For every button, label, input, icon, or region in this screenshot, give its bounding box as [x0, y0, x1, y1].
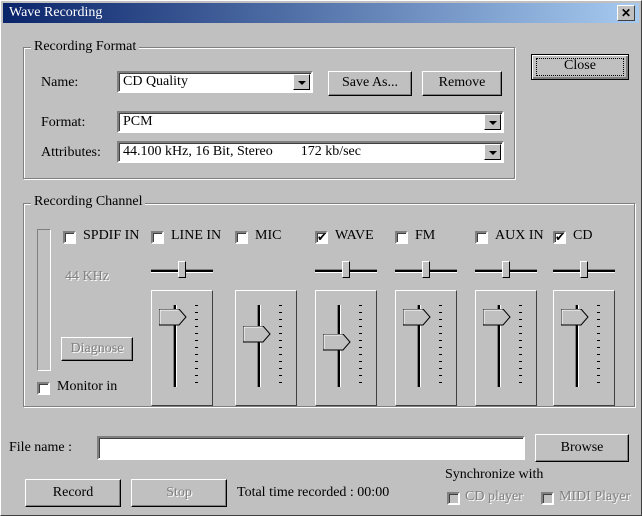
level-meter: [37, 229, 51, 371]
attributes-label: Attributes:: [41, 145, 101, 160]
slider-ticks: [195, 305, 198, 387]
synchronize-with-label: Synchronize with: [445, 467, 544, 482]
aux-in-checkbox[interactable]: [475, 231, 488, 244]
file-name-input[interactable]: [97, 436, 525, 460]
total-time-recorded: Total time recorded : 00:00: [237, 485, 390, 500]
attributes-select-value: 44.100 kHz, 16 Bit, Stereo 172 kb/sec: [123, 144, 361, 159]
slider-track: [257, 305, 261, 387]
title-bar[interactable]: Wave Recording ✕: [3, 3, 639, 23]
mic-checkbox[interactable]: [235, 231, 248, 244]
wave-balance-slider[interactable]: [315, 261, 377, 279]
line-in-balance-slider[interactable]: [151, 261, 213, 279]
close-button[interactable]: Close: [531, 54, 629, 80]
slider-thumb[interactable]: [323, 334, 351, 354]
save-as-button[interactable]: Save As...: [328, 71, 412, 96]
close-icon[interactable]: ✕: [617, 5, 635, 21]
slider-thumb[interactable]: [403, 309, 431, 329]
chevron-down-icon[interactable]: [293, 74, 310, 90]
slider-ticks: [519, 305, 522, 387]
line-in-label: LINE IN: [171, 228, 222, 243]
slider-thumb[interactable]: [243, 326, 271, 346]
name-select-value: CD Quality: [123, 74, 188, 89]
mic-volume-slider[interactable]: [235, 290, 297, 406]
wave-recording-window: Wave Recording ✕ Recording Format Name: …: [0, 0, 642, 516]
format-label: Format:: [41, 115, 86, 130]
slider-thumb[interactable]: [178, 261, 186, 278]
cd-volume-slider[interactable]: [553, 290, 615, 406]
midi-player-label: MIDI Player: [559, 489, 631, 504]
format-select-value: PCM: [123, 114, 153, 129]
slider-ticks: [359, 305, 362, 387]
name-select[interactable]: CD Quality: [117, 71, 313, 93]
file-name-label: File name :: [9, 440, 72, 455]
wave-volume-slider[interactable]: [315, 290, 377, 406]
slider-ticks: [597, 305, 600, 387]
slider-ticks: [279, 305, 282, 387]
slider-thumb[interactable]: [342, 261, 350, 278]
slider-thumb[interactable]: [502, 261, 510, 278]
attributes-select[interactable]: 44.100 kHz, 16 Bit, Stereo 172 kb/sec: [117, 141, 504, 163]
sample-rate-label: 44 KHz: [65, 269, 109, 284]
cd-player-label: CD player: [465, 489, 523, 504]
fm-volume-slider[interactable]: [395, 290, 457, 406]
fm-label: FM: [415, 228, 436, 243]
line-in-checkbox[interactable]: [151, 231, 164, 244]
slider-ticks: [439, 305, 442, 387]
mic-label: MIC: [255, 228, 282, 243]
window-title: Wave Recording: [9, 5, 103, 20]
monitor-in-checkbox[interactable]: [37, 382, 50, 395]
slider-thumb[interactable]: [159, 309, 187, 329]
aux-in-volume-slider[interactable]: [475, 290, 537, 406]
browse-button[interactable]: Browse: [535, 434, 629, 462]
slider-thumb[interactable]: [483, 309, 511, 329]
wave-checkbox[interactable]: ✔: [315, 231, 328, 244]
recording-format-legend: Recording Format: [31, 39, 140, 55]
spdif-in-label: SPDIF IN: [83, 228, 140, 243]
diagnose-button[interactable]: Diagnose: [61, 337, 133, 361]
cd-balance-slider[interactable]: [553, 261, 615, 279]
remove-button[interactable]: Remove: [422, 71, 502, 96]
record-button[interactable]: Record: [25, 479, 121, 507]
fm-balance-slider[interactable]: [395, 261, 457, 279]
spdif-in-checkbox[interactable]: [63, 231, 76, 244]
chevron-down-icon[interactable]: [484, 144, 501, 160]
monitor-in-label: Monitor in: [57, 379, 118, 394]
stop-button[interactable]: Stop: [131, 479, 227, 507]
chevron-down-icon[interactable]: [484, 114, 501, 130]
cd-player-checkbox[interactable]: [447, 492, 460, 505]
cd-checkbox[interactable]: ✔: [553, 231, 566, 244]
aux-in-balance-slider[interactable]: [475, 261, 537, 279]
slider-thumb[interactable]: [422, 261, 430, 278]
recording-channel-legend: Recording Channel: [31, 194, 146, 210]
focus-rect: [536, 58, 624, 76]
wave-label: WAVE: [335, 228, 374, 243]
name-label: Name:: [41, 75, 79, 90]
format-select[interactable]: PCM: [117, 111, 504, 133]
aux-in-label: AUX IN: [495, 228, 544, 243]
line-in-volume-slider[interactable]: [151, 290, 213, 406]
fm-checkbox[interactable]: [395, 231, 408, 244]
slider-thumb[interactable]: [580, 261, 588, 278]
cd-label: CD: [573, 228, 593, 243]
slider-thumb[interactable]: [561, 309, 589, 329]
midi-player-checkbox[interactable]: [541, 492, 554, 505]
